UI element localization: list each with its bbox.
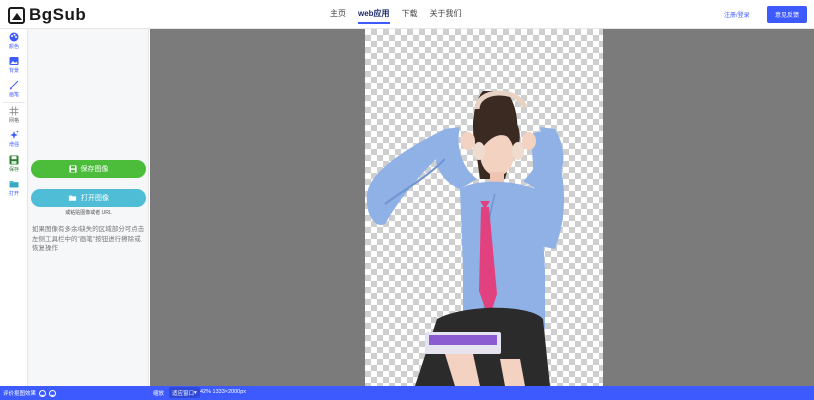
tool-enhance[interactable]: 增强 xyxy=(0,130,28,148)
tool-brush[interactable]: 画笔 xyxy=(0,80,28,98)
palette-icon xyxy=(9,32,19,42)
logo-text: BgSub xyxy=(29,5,87,24)
canvas-area[interactable] xyxy=(150,29,814,386)
grid-icon xyxy=(9,106,19,116)
nav-webapp[interactable]: web应用 xyxy=(358,8,390,24)
feedback-button[interactable]: 意见反馈 xyxy=(767,6,807,23)
tool-brush-label: 画笔 xyxy=(8,92,19,98)
top-header: BgSub 主页 web应用 下载 关于我们 注册/登录 意见反馈 xyxy=(0,0,814,29)
tool-color-label: 颜色 xyxy=(8,44,19,50)
brush-icon xyxy=(9,80,19,90)
sparkle-icon xyxy=(10,130,19,139)
image-icon xyxy=(9,57,19,65)
tool-rail: 颜色 背景 画笔 网格 增强 保存 打开 xyxy=(0,29,28,386)
rail-divider xyxy=(3,102,25,103)
smile-icon[interactable] xyxy=(39,389,47,397)
login-link[interactable]: 注册/登录 xyxy=(724,10,750,19)
main-nav: 主页 web应用 下载 关于我们 xyxy=(330,8,462,24)
tool-color[interactable]: 颜色 xyxy=(0,32,28,50)
logo-icon xyxy=(8,6,25,24)
zoom-value: 适应窗口 xyxy=(172,390,195,397)
tool-background-label: 背景 xyxy=(8,68,19,74)
tool-enhance-label: 增强 xyxy=(8,142,19,148)
logo[interactable]: BgSub xyxy=(8,5,86,25)
save-image-label: 保存图像 xyxy=(80,166,109,173)
help-tip: 如果图像有多余/缺失的区域部分可点击左侧工具栏中的"画笔"按钮进行擦除或恢复操作 xyxy=(32,226,145,252)
paste-hint: 或粘贴图像或者 URL xyxy=(65,210,112,216)
cutout-subject-image[interactable] xyxy=(365,29,603,386)
save-icon xyxy=(9,155,19,165)
save-image-button[interactable]: 保存图像 xyxy=(31,160,146,178)
rating-label: 评价抠图效果 xyxy=(3,391,37,397)
zoom-label: 缩放 xyxy=(153,391,165,397)
image-info: 42% 1333×2000px xyxy=(200,389,247,395)
nav-download[interactable]: 下载 xyxy=(402,8,418,24)
open-image-button[interactable]: 打开图像 xyxy=(31,189,146,207)
folder-open-icon xyxy=(68,195,77,201)
zoom-select[interactable]: 适应窗口 ▾ xyxy=(169,387,200,398)
folder-icon xyxy=(9,181,19,188)
tool-save[interactable]: 保存 xyxy=(0,155,28,173)
tool-open-label: 打开 xyxy=(8,191,19,197)
rating-group: 评价抠图效果 xyxy=(3,389,57,397)
tool-grid[interactable]: 网格 xyxy=(0,106,28,124)
status-bar: 评价抠图效果 缩放 适应窗口 ▾ 42% 1333×2000px xyxy=(0,386,814,400)
chevron-down-icon: ▾ xyxy=(194,389,197,396)
tool-grid-label: 网格 xyxy=(8,118,19,124)
nav-about[interactable]: 关于我们 xyxy=(430,8,462,24)
tool-save-label: 保存 xyxy=(8,167,19,173)
save-icon xyxy=(68,165,77,173)
frown-icon[interactable] xyxy=(49,389,57,397)
tool-open[interactable]: 打开 xyxy=(0,179,28,197)
tool-background[interactable]: 背景 xyxy=(0,56,28,74)
nav-home[interactable]: 主页 xyxy=(330,8,346,24)
open-image-label: 打开图像 xyxy=(81,195,109,202)
side-panel: 保存图像 打开图像 或粘贴图像或者 URL 如果图像有多余/缺失的区域部分可点击… xyxy=(28,29,149,386)
